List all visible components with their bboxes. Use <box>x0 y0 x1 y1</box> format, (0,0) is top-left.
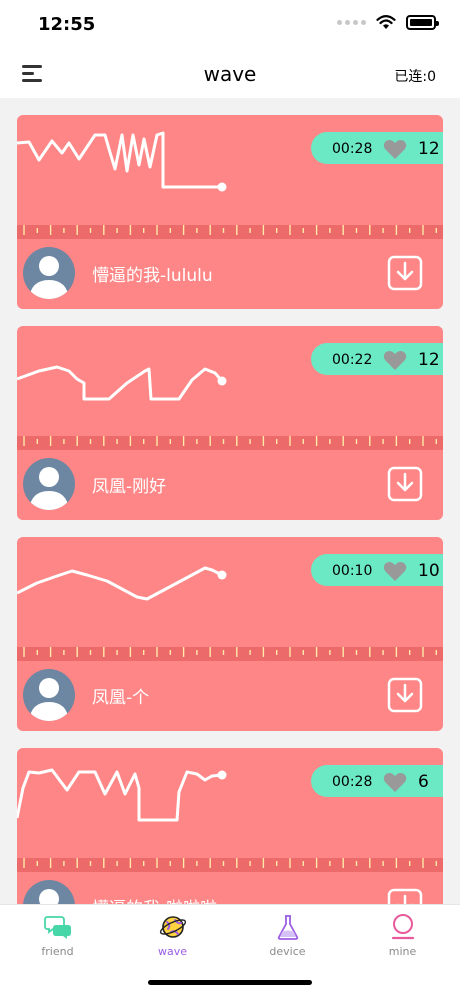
download-icon[interactable] <box>387 888 423 904</box>
ruler <box>17 225 443 239</box>
wave-title: 懵逼的我-lululu <box>92 266 213 286</box>
avatar[interactable] <box>23 669 75 721</box>
tab-mine[interactable]: mine <box>345 905 460 965</box>
avatar[interactable] <box>23 458 75 510</box>
chat-bubbles-icon <box>44 916 71 939</box>
duration: 00:28 <box>332 774 373 790</box>
battery-icon <box>406 15 439 30</box>
user-silhouette-icon <box>29 467 69 510</box>
wifi-icon <box>376 15 396 29</box>
user-silhouette-icon <box>39 889 59 904</box>
ruler-ticks <box>23 436 437 446</box>
ruler <box>17 436 443 450</box>
wave-card[interactable]: 00:22 12 凤凰-刚好 <box>17 326 443 520</box>
wave-card[interactable]: 00:28 12 懵逼的我-lululu <box>17 115 443 309</box>
ruler <box>17 858 443 872</box>
duration: 00:28 <box>332 141 373 157</box>
play-info-pill[interactable]: 00:28 6 <box>311 765 443 797</box>
status-icons <box>337 15 439 30</box>
planet-icon <box>159 916 187 938</box>
download-icon[interactable] <box>387 255 423 291</box>
like-count: 12 <box>418 139 440 159</box>
play-info-pill[interactable]: 00:22 12 <box>311 343 443 375</box>
wave-list[interactable]: 00:28 12 懵逼的我-lululu 00:22 12 凤凰-刚好 00:1… <box>0 98 460 904</box>
tab-friend[interactable]: friend <box>0 905 115 965</box>
download-icon[interactable] <box>387 677 423 713</box>
user-silhouette-icon <box>29 678 69 721</box>
tab-label: wave <box>157 945 187 958</box>
like-count: 10 <box>418 561 440 581</box>
play-info-pill[interactable]: 00:10 10 <box>311 554 443 586</box>
duration: 00:10 <box>332 563 373 579</box>
wave-title: 凤凰-个 <box>92 688 150 708</box>
status-bar: 12:55 <box>0 0 460 50</box>
status-time: 12:55 <box>38 14 96 35</box>
tab-device[interactable]: device <box>230 905 345 965</box>
download-icon[interactable] <box>387 466 423 502</box>
heart-icon[interactable] <box>383 350 407 370</box>
tab-label: device <box>269 945 306 958</box>
ruler <box>17 647 443 661</box>
play-info-pill[interactable]: 00:28 12 <box>311 132 443 164</box>
ruler-ticks <box>23 225 437 235</box>
signal-icon <box>337 20 366 25</box>
wave-card[interactable]: 00:10 10 凤凰-个 <box>17 537 443 731</box>
avatar[interactable] <box>23 880 75 904</box>
user-silhouette-icon <box>29 256 69 299</box>
tab-label: mine <box>388 945 417 958</box>
like-count: 6 <box>418 772 429 792</box>
duration: 00:22 <box>332 352 373 368</box>
user-icon <box>391 914 415 940</box>
ruler-ticks <box>23 858 437 868</box>
wave-card[interactable]: 00:28 6 懵逼的我-啦啦啦 <box>17 748 443 904</box>
wave-title: 凤凰-刚好 <box>92 477 167 497</box>
ruler-ticks <box>23 647 437 657</box>
nav-bar: wave 已连:0 <box>0 50 460 98</box>
connection-status: 已连:0 <box>394 69 436 85</box>
wave-title: 懵逼的我-啦啦啦 <box>92 894 217 904</box>
heart-icon[interactable] <box>383 561 407 581</box>
avatar[interactable] <box>23 247 75 299</box>
heart-icon[interactable] <box>383 139 407 159</box>
flask-icon <box>277 915 299 940</box>
heart-icon[interactable] <box>383 772 407 792</box>
tab-label: friend <box>41 945 74 958</box>
like-count: 12 <box>418 350 440 370</box>
page-title: wave <box>203 62 257 86</box>
home-indicator <box>148 980 312 985</box>
tab-wave[interactable]: wave <box>115 905 230 965</box>
